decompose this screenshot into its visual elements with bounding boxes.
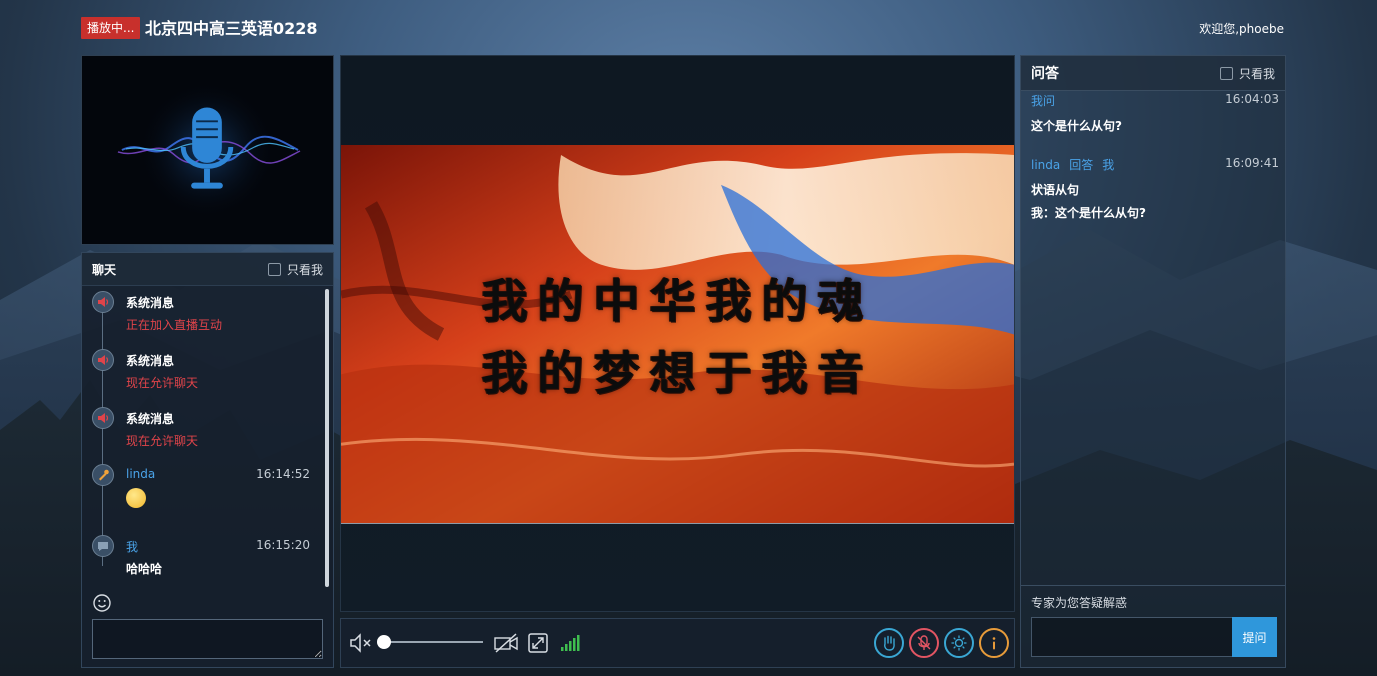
video-player[interactable]: 我的中华我的魂 我的梦想于我音 xyxy=(340,55,1015,612)
chat-message-list[interactable]: 系统消息 正在加入直播互动 系统消息 现在允许聊天 系统消息 现在允许聊天 li… xyxy=(82,286,333,586)
chat-panel: 聊天 只看我 系统消息 正在加入直播互动 系统消息 现在允许聊天 系统消息 现在… xyxy=(81,252,334,668)
chat-text: 现在允许聊天 xyxy=(126,376,199,390)
signal-icon xyxy=(559,634,581,652)
teacher-icon xyxy=(92,464,114,486)
qa-title: 问答 xyxy=(1031,66,1059,82)
brightness-icon[interactable] xyxy=(944,628,974,658)
chat-time: 16:15:20 xyxy=(256,538,310,552)
chat-scrollbar[interactable] xyxy=(325,289,329,587)
camera-off-icon[interactable] xyxy=(493,632,519,654)
qa-answerer: linda 回答我 xyxy=(1031,158,1115,172)
chat-message: 系统消息 正在加入直播互动 xyxy=(92,291,312,341)
chat-sender: linda xyxy=(126,467,156,481)
microphone-waveform-icon xyxy=(117,80,301,220)
checkbox-icon[interactable] xyxy=(267,262,281,276)
qa-question-text: 这个是什么从句? xyxy=(1031,119,1122,133)
chat-time: 16:14:52 xyxy=(256,467,310,481)
speaker-icon xyxy=(92,349,114,371)
chat-input[interactable] xyxy=(92,619,323,659)
chat-only-me-toggle[interactable]: 只看我 xyxy=(267,261,323,278)
mute-icon[interactable] xyxy=(349,632,373,654)
chat-message: 系统消息 现在允许聊天 xyxy=(92,349,312,399)
volume-handle[interactable] xyxy=(377,635,391,649)
fullscreen-icon[interactable] xyxy=(527,632,549,654)
room-title: 北京四中高三英语0228 xyxy=(145,19,318,38)
chat-text: 正在加入直播互动 xyxy=(126,318,223,332)
slide-text-line: 我的中华我的魂 xyxy=(481,274,874,328)
chat-text: 哈哈哈 xyxy=(126,562,163,576)
chat-sender: 系统消息 xyxy=(126,354,175,368)
chat-text: 现在允许聊天 xyxy=(126,434,199,448)
ask-button[interactable]: 提问 xyxy=(1232,617,1277,657)
volume-slider[interactable] xyxy=(383,641,483,643)
slide-text-line: 我的梦想于我音 xyxy=(481,346,874,400)
qa-question-input[interactable] xyxy=(1031,617,1233,657)
speaker-icon xyxy=(92,291,114,313)
qa-quoted-question: 我：这个是什么从句? xyxy=(1031,206,1146,220)
chat-message: 系统消息 现在允许聊天 xyxy=(92,407,312,457)
chat-sender: 我 xyxy=(126,540,139,554)
qa-time: 16:09:41 xyxy=(1225,156,1279,170)
chat-title: 聊天 xyxy=(92,262,117,277)
chat-sender: 系统消息 xyxy=(126,296,175,310)
chat-message: 我 16:15:20 哈哈哈 xyxy=(92,535,312,585)
qa-answer-text: 状语从句 xyxy=(1031,183,1080,197)
chat-only-me-label: 只看我 xyxy=(286,262,323,277)
raise-hand-icon[interactable] xyxy=(874,628,904,658)
audio-stream-panel xyxy=(81,55,334,245)
emoji-picker-icon[interactable] xyxy=(92,593,112,613)
chat-header: 聊天 只看我 xyxy=(82,253,333,286)
qa-asker: 我问 xyxy=(1031,94,1056,108)
player-controls xyxy=(340,618,1015,668)
qa-compose: 专家为您答疑解惑 提问 xyxy=(1021,585,1285,667)
qa-only-me-label: 只看我 xyxy=(1238,66,1275,81)
qa-item: 我问 16:04:03 这个是什么从句? xyxy=(1031,92,1279,134)
chat-bubble-icon xyxy=(92,535,114,557)
qa-panel: 问答 只看我 我问 16:04:03 这个是什么从句? linda 回答我 16:… xyxy=(1020,55,1286,668)
qa-header: 问答 只看我 xyxy=(1021,56,1285,91)
checkbox-icon[interactable] xyxy=(1219,66,1233,80)
mic-off-icon[interactable] xyxy=(909,628,939,658)
qa-time: 16:04:03 xyxy=(1225,92,1279,106)
live-status-badge: 播放中... xyxy=(81,17,141,39)
chat-message: linda 16:14:52 xyxy=(92,464,312,524)
smile-emoji-icon xyxy=(126,488,146,511)
info-icon[interactable] xyxy=(979,628,1009,658)
qa-hint-text: 专家为您答疑解惑 xyxy=(1031,596,1128,610)
qa-item: linda 回答我 16:09:41 状语从句 我：这个是什么从句? xyxy=(1031,156,1279,221)
qa-only-me-toggle[interactable]: 只看我 xyxy=(1219,65,1275,82)
chat-sender: 系统消息 xyxy=(126,412,175,426)
welcome-user-text: 欢迎您,phoebe xyxy=(1199,22,1284,36)
slide-image: 我的中华我的魂 我的梦想于我音 xyxy=(341,145,1014,524)
speaker-icon xyxy=(92,407,114,429)
